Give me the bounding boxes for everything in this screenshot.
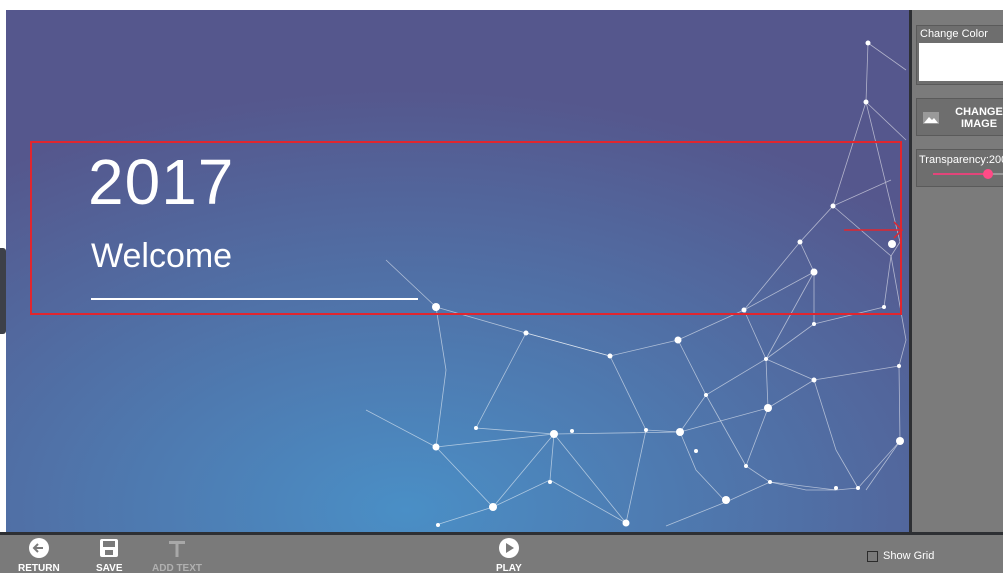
add-text-button[interactable]: ADD TEXT bbox=[152, 537, 202, 574]
play-icon bbox=[498, 538, 519, 558]
change-image-label: CHANGE IMAGE bbox=[955, 106, 1003, 130]
save-icon bbox=[100, 539, 119, 557]
welcome-text[interactable]: Welcome bbox=[91, 237, 232, 276]
change-image-button[interactable]: CHANGE IMAGE bbox=[916, 98, 1003, 136]
show-grid-label: Show Grid bbox=[883, 550, 935, 562]
change-color-label: Change Color bbox=[920, 28, 988, 40]
play-label: PLAY bbox=[496, 563, 522, 574]
text-t-icon bbox=[169, 541, 185, 557]
transparency-slider-thumb[interactable] bbox=[983, 169, 993, 179]
show-grid-toggle[interactable]: Show Grid bbox=[867, 550, 934, 562]
save-button[interactable]: SAVE bbox=[96, 537, 123, 574]
title-underline bbox=[91, 298, 418, 300]
add-text-label: ADD TEXT bbox=[152, 563, 202, 574]
left-panel-handle[interactable] bbox=[0, 248, 6, 334]
show-grid-checkbox[interactable] bbox=[867, 550, 878, 562]
slide-canvas[interactable]: 2017 Welcome bbox=[6, 10, 909, 532]
transparency-slider-rest[interactable] bbox=[993, 173, 1003, 175]
color-swatch[interactable] bbox=[919, 43, 1003, 81]
image-icon bbox=[923, 112, 939, 124]
save-label: SAVE bbox=[96, 563, 123, 574]
transparency-label: Transparency:200 bbox=[919, 154, 1003, 166]
return-label: RETURN bbox=[18, 563, 60, 574]
year-text[interactable]: 2017 bbox=[88, 145, 234, 219]
arrow-right-icon bbox=[844, 221, 904, 239]
back-arrow-icon bbox=[28, 538, 49, 558]
bottom-toolbar: RETURN SAVE ADD TEXT PLAY Show Grid bbox=[0, 532, 1003, 574]
properties-panel: Change Color CHANGE IMAGE Transparency:2… bbox=[909, 10, 1003, 532]
change-color-control[interactable]: Change Color bbox=[916, 25, 1003, 85]
return-button[interactable]: RETURN bbox=[18, 537, 60, 574]
play-button[interactable]: PLAY bbox=[496, 537, 522, 574]
transparency-control: Transparency:200 bbox=[916, 149, 1003, 187]
